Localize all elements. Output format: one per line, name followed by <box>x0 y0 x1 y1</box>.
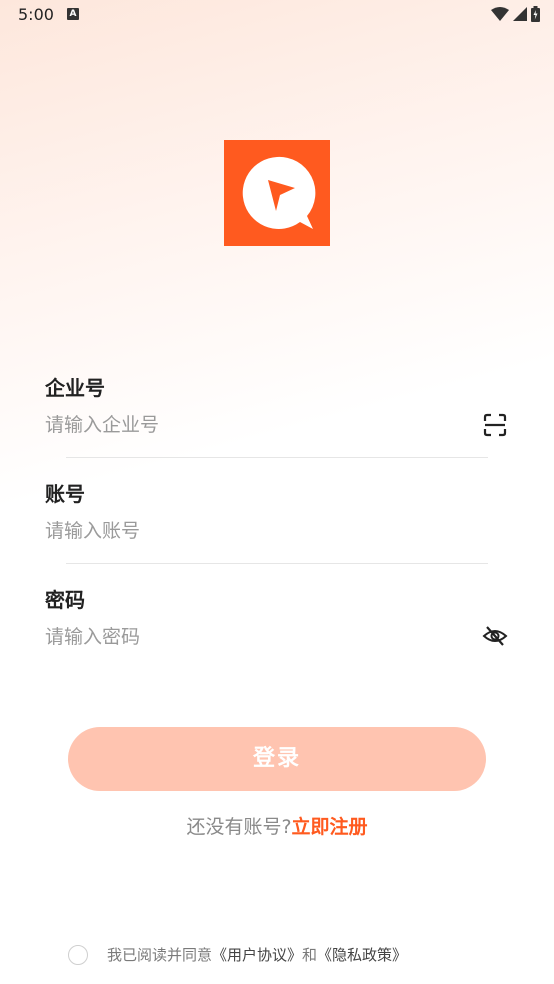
privacy-policy-link[interactable]: 《隐私政策》 <box>317 946 407 964</box>
scan-icon[interactable] <box>482 412 508 438</box>
register-row: 还没有账号?立即注册 <box>0 812 554 839</box>
login-button[interactable]: 登录 <box>68 727 486 791</box>
user-agreement-link[interactable]: 《用户协议》 <box>212 946 302 964</box>
password-label: 密码 <box>45 588 85 612</box>
signal-icon <box>513 7 527 21</box>
eye-off-icon[interactable] <box>482 623 508 649</box>
password-input[interactable] <box>45 620 465 654</box>
agreement-text: 我已阅读并同意《用户协议》和《隐私政策》 <box>107 944 407 965</box>
agreement-checkbox[interactable] <box>68 944 88 965</box>
notification-a-icon: A <box>67 8 79 20</box>
register-link[interactable]: 立即注册 <box>292 816 368 838</box>
account-input[interactable] <box>45 514 465 548</box>
status-time: 5:00 <box>18 5 54 24</box>
company-input[interactable] <box>45 408 465 442</box>
battery-icon <box>531 6 540 22</box>
company-divider <box>66 457 488 458</box>
agreement-prefix: 我已阅读并同意 <box>107 946 213 964</box>
app-logo-icon <box>224 140 330 246</box>
status-bar: 5:00 A <box>0 0 554 32</box>
account-label: 账号 <box>45 482 85 506</box>
account-divider <box>66 563 488 564</box>
agreement-row: 我已阅读并同意《用户协议》和《隐私政策》 <box>68 944 407 965</box>
system-icons <box>491 6 540 22</box>
wifi-icon <box>491 7 509 21</box>
company-label: 企业号 <box>45 376 105 400</box>
register-prompt: 还没有账号? <box>186 816 292 838</box>
agreement-conjunction: 和 <box>302 946 318 964</box>
